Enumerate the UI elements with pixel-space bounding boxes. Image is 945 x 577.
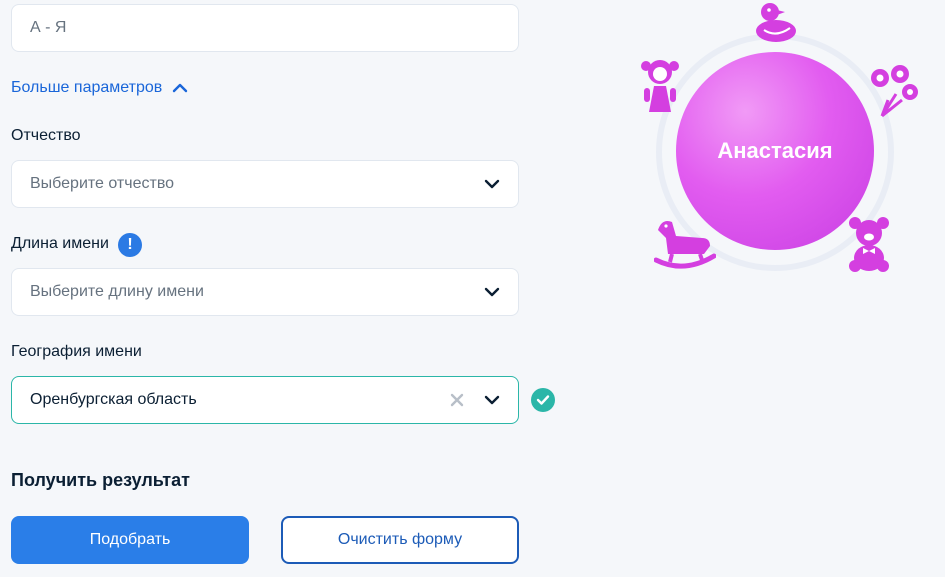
name-length-placeholder: Выберите длину имени (30, 283, 204, 300)
more-params-label: Больше параметров (11, 79, 163, 96)
name-length-label: Длина имени (11, 235, 109, 252)
patronymic-label: Отчество (11, 127, 81, 144)
duck-icon (756, 3, 796, 42)
chevron-up-icon (173, 83, 188, 93)
rocking-horse-icon (654, 221, 716, 269)
geography-select[interactable]: Оренбургская область (11, 376, 519, 424)
flowers-icon (871, 65, 918, 118)
info-icon[interactable]: ! (118, 233, 142, 257)
patronymic-placeholder: Выберите отчество (30, 175, 175, 192)
first-letter-input[interactable]: А - Я (11, 4, 519, 52)
geography-value: Оренбургская область (30, 391, 197, 408)
patronymic-select[interactable]: Выберите отчество (11, 160, 519, 208)
clear-icon[interactable] (450, 393, 464, 407)
first-letter-placeholder: А - Я (30, 19, 67, 36)
chevron-down-icon[interactable] (484, 179, 500, 189)
clear-form-button[interactable]: Очистить форму (281, 516, 519, 564)
result-name: Анастасия (717, 138, 833, 163)
name-result-visual: Анастасия (640, 0, 918, 280)
check-icon (531, 388, 555, 412)
chevron-down-icon[interactable] (484, 395, 500, 405)
more-params-toggle[interactable]: Больше параметров (11, 79, 188, 97)
teddy-bear-icon (849, 217, 889, 272)
doll-icon (641, 60, 679, 112)
geography-label: География имени (11, 343, 142, 360)
submit-button[interactable]: Подобрать (11, 516, 249, 564)
result-title: Получить результат (11, 470, 190, 490)
chevron-down-icon[interactable] (484, 287, 500, 297)
name-length-select[interactable]: Выберите длину имени (11, 268, 519, 316)
